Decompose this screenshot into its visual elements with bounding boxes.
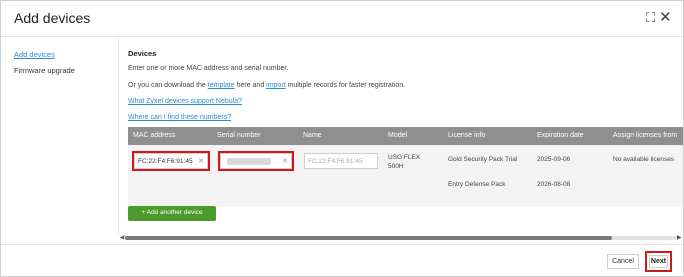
scroll-thumb[interactable]	[125, 236, 612, 240]
license-name: Gold Security Pack Trial	[448, 156, 518, 163]
add-device-label: + Add another device	[141, 209, 203, 216]
template-link[interactable]: template	[208, 82, 235, 89]
sidebar-item-add-devices[interactable]: Add devices	[14, 50, 55, 59]
column-header-assign: Assign licenses from	[613, 132, 678, 139]
supported-devices-link[interactable]: What Zyxel devices support Nebula?	[128, 98, 242, 105]
devices-table: MAC address Serial number Name Model Lic…	[128, 127, 683, 207]
dialog-title: Add devices	[14, 10, 91, 26]
table-header: MAC address Serial number Name Model Lic…	[128, 127, 683, 145]
column-header-serial: Serial number	[217, 132, 261, 139]
license-assign: No available licenses	[613, 156, 675, 163]
mac-address-value: FC:22:F4:F6:91:45	[138, 158, 193, 165]
column-header-expiration: Expiration date	[537, 132, 584, 139]
name-placeholder: FC:22:F4:F6:91:45	[308, 158, 363, 165]
next-button-highlight: Next	[645, 251, 672, 272]
add-devices-dialog: Add devices ⛶ ✕ Add devices Firmware upg…	[0, 0, 684, 277]
license-expiration: 2026-08-08	[537, 181, 571, 188]
download-text: Or you can download the template here an…	[128, 82, 405, 89]
download-middle: here and	[234, 82, 267, 89]
main-panel: Devices Enter one or more MAC address an…	[120, 38, 683, 234]
dialog-footer: Cancel Next	[1, 244, 683, 277]
license-name: Entry Defense Pack	[448, 181, 506, 188]
model-line-2: 500H	[388, 163, 404, 170]
download-prefix: Or you can download the	[128, 82, 208, 89]
license-expiration: 2025-09-06	[537, 156, 571, 163]
import-link[interactable]: import	[266, 82, 285, 89]
clear-icon[interactable]: ✕	[198, 157, 204, 165]
dialog-header: Add devices ⛶ ✕	[1, 1, 683, 37]
next-button[interactable]: Next	[649, 255, 668, 268]
expand-icon[interactable]: ⛶	[646, 11, 655, 24]
horizontal-scrollbar[interactable]: ◀ ▶	[120, 234, 683, 242]
redacted-serial	[227, 158, 271, 165]
sidebar: Add devices Firmware upgrade	[1, 38, 119, 234]
column-header-name: Name	[303, 132, 322, 139]
close-icon[interactable]: ✕	[659, 10, 672, 25]
sidebar-item-firmware-upgrade[interactable]: Firmware upgrade	[14, 66, 75, 75]
column-header-model: Model	[388, 132, 408, 139]
name-input[interactable]: FC:22:F4:F6:91:45	[304, 153, 378, 169]
scroll-right-icon[interactable]: ▶	[677, 234, 682, 241]
section-title: Devices	[128, 49, 157, 58]
cancel-button[interactable]: Cancel	[607, 254, 639, 269]
find-numbers-link[interactable]: Where can I find these numbers?	[128, 114, 231, 121]
column-header-license: License info	[448, 132, 486, 139]
clear-icon[interactable]: ✕	[282, 157, 288, 165]
add-another-device-button[interactable]: + Add another device	[128, 206, 216, 221]
download-suffix: multiple records for faster registration…	[285, 82, 406, 89]
intro-text: Enter one or more MAC address and serial…	[128, 65, 289, 72]
model-line-1: USG FLEX	[388, 154, 421, 161]
mac-address-input[interactable]: FC:22:F4:F6:91:45 ✕	[134, 153, 208, 169]
column-header-mac: MAC address	[133, 132, 176, 139]
serial-number-input[interactable]: ✕	[220, 153, 292, 169]
